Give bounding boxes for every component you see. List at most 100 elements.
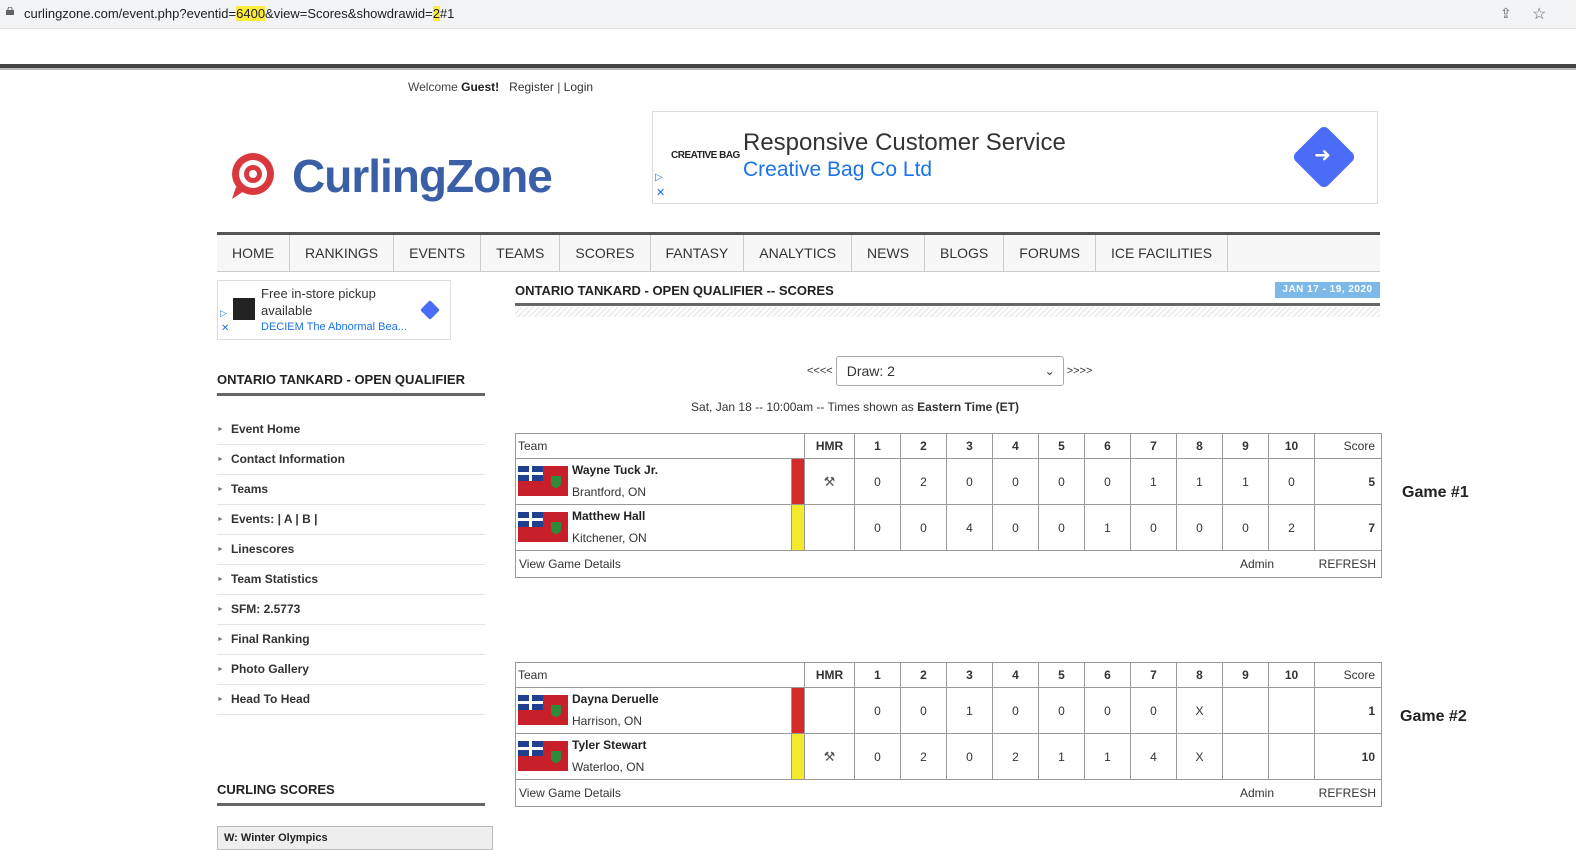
view-game-details-link[interactable]: View Game Details bbox=[519, 786, 621, 800]
bookmark-star-icon[interactable]: ☆ bbox=[1532, 4, 1546, 24]
stone-color bbox=[790, 504, 806, 551]
chevron-down-icon: ⌄ bbox=[1044, 364, 1055, 378]
end-score: 0 bbox=[1038, 458, 1085, 505]
team-name[interactable]: Wayne Tuck Jr. bbox=[572, 463, 658, 477]
side-ad[interactable]: Free in-store pickup available DECIEM Th… bbox=[217, 280, 451, 340]
sidebar-item-label: Contact Information bbox=[230, 452, 345, 466]
admin-link[interactable]: Admin bbox=[1240, 786, 1274, 800]
nav-item-blogs[interactable]: BLOGS bbox=[925, 235, 1005, 271]
sidebar-item[interactable]: ► Head To Head bbox=[217, 685, 485, 715]
nav-item-scores[interactable]: SCORES bbox=[560, 235, 651, 271]
end-score: 0 bbox=[900, 504, 947, 551]
col-end: 7 bbox=[1130, 662, 1177, 688]
team-name[interactable]: Dayna Deruelle bbox=[572, 692, 659, 706]
col-end: 4 bbox=[992, 662, 1039, 688]
curlingzone-logo[interactable]: CurlingZone bbox=[228, 150, 553, 202]
team-cell[interactable]: Dayna Deruelle Harrison, ON bbox=[515, 687, 792, 734]
sidebar-item-label: Event Home bbox=[230, 422, 301, 436]
draw-navigation: <<<< Draw: 2 ⌄ >>>> bbox=[807, 356, 1092, 386]
col-score: Score bbox=[1314, 433, 1382, 459]
sidebar-item[interactable]: ► Linescores bbox=[217, 535, 485, 565]
team-location: Waterloo, ON bbox=[572, 760, 645, 774]
stone-color bbox=[790, 733, 806, 780]
nav-item-home[interactable]: HOME bbox=[217, 235, 290, 271]
ad-info-icon[interactable]: ▷ bbox=[220, 308, 227, 319]
end-score: 0 bbox=[1038, 504, 1085, 551]
url-text[interactable]: curlingzone.com/event.php?eventid=6400&v… bbox=[24, 6, 454, 21]
end-score: 0 bbox=[1222, 504, 1269, 551]
end-score bbox=[1222, 733, 1269, 780]
end-score: 1 bbox=[1084, 504, 1131, 551]
stone-color bbox=[790, 458, 806, 505]
refresh-link[interactable]: REFRESH bbox=[1319, 557, 1376, 571]
hammer-cell: ⚒ bbox=[804, 458, 855, 505]
col-end: 3 bbox=[946, 433, 993, 459]
sidebar-item[interactable]: ► Teams bbox=[217, 475, 485, 505]
login-link[interactable]: Login bbox=[564, 80, 593, 94]
nav-item-forums[interactable]: FORUMS bbox=[1004, 235, 1096, 271]
sidebar-item[interactable]: ► Team Statistics bbox=[217, 565, 485, 595]
arrow-right-icon: ► bbox=[217, 546, 224, 554]
nav-item-teams[interactable]: TEAMS bbox=[481, 235, 561, 271]
end-score: 0 bbox=[900, 687, 947, 734]
ad-info-icon[interactable]: ▷ bbox=[655, 172, 663, 183]
arrow-right-icon: ► bbox=[217, 456, 224, 464]
sidebar-item[interactable]: ► Photo Gallery bbox=[217, 655, 485, 685]
team-name[interactable]: Matthew Hall bbox=[572, 509, 645, 523]
col-team: Team bbox=[515, 433, 805, 459]
team-name[interactable]: Tyler Stewart bbox=[572, 738, 646, 752]
table-row: Wayne Tuck Jr. Brantford, ON ⚒ 0 2 0 0 0 0 1 1 1 0 5 bbox=[515, 458, 1382, 505]
arrow-right-icon: ► bbox=[217, 516, 224, 524]
arrow-right-icon: ► bbox=[217, 636, 224, 644]
sidebar-item[interactable]: ► Event Home bbox=[217, 415, 485, 445]
ontario-flag-icon bbox=[518, 741, 568, 771]
curling-scores-select[interactable]: W: Winter Olympics bbox=[217, 826, 493, 850]
share-icon[interactable]: ⇪ bbox=[1500, 5, 1512, 22]
end-score: X bbox=[1176, 687, 1223, 734]
refresh-link[interactable]: REFRESH bbox=[1319, 786, 1376, 800]
end-score: 0 bbox=[854, 458, 901, 505]
sidebar-item[interactable]: ► SFM: 2.5773 bbox=[217, 595, 485, 625]
end-score: 0 bbox=[992, 687, 1039, 734]
nav-item-news[interactable]: NEWS bbox=[852, 235, 926, 271]
top-ad-banner[interactable]: CREATIVE BAG Responsive Customer Service… bbox=[652, 111, 1378, 204]
sidebar-item-label: SFM: 2.5773 bbox=[230, 602, 301, 616]
view-game-details-link[interactable]: View Game Details bbox=[519, 557, 621, 571]
col-end: 8 bbox=[1176, 433, 1223, 459]
prev-draw-link[interactable]: <<<< bbox=[807, 365, 833, 377]
team-cell[interactable]: Wayne Tuck Jr. Brantford, ON bbox=[515, 458, 792, 505]
sidebar-item[interactable]: ► Final Ranking bbox=[217, 625, 485, 655]
col-end: 4 bbox=[992, 433, 1039, 459]
nav-item-fantasy[interactable]: FANTASY bbox=[651, 235, 745, 271]
address-bar[interactable]: curlingzone.com/event.php?eventid=6400&v… bbox=[0, 0, 1576, 29]
team-cell[interactable]: Matthew Hall Kitchener, ON bbox=[515, 504, 792, 551]
sidebar-item[interactable]: ► Contact Information bbox=[217, 445, 485, 475]
nav-item-rankings[interactable]: RANKINGS bbox=[290, 235, 395, 271]
col-end: 1 bbox=[854, 662, 901, 688]
sidebar-menu: ► Event Home ► Contact Information ► Teams ► Ev… bbox=[217, 415, 485, 715]
ad-close-icon[interactable]: ✕ bbox=[656, 186, 665, 199]
ad-close-icon[interactable]: ✕ bbox=[221, 323, 229, 334]
end-score: 1 bbox=[946, 687, 993, 734]
nav-item-analytics[interactable]: ANALYTICS bbox=[744, 235, 853, 271]
ad-direction-icon[interactable]: ➜ bbox=[1291, 124, 1357, 190]
col-end: 1 bbox=[854, 433, 901, 459]
draw-select[interactable]: Draw: 2 ⌄ bbox=[835, 356, 1064, 386]
register-link[interactable]: Register bbox=[509, 80, 554, 94]
hammer-icon: ⚒ bbox=[823, 748, 836, 764]
next-draw-link[interactable]: >>>> bbox=[1067, 365, 1093, 377]
ad-direction-icon[interactable] bbox=[420, 300, 440, 320]
nav-item-ice-facilities[interactable]: ICE FACILITIES bbox=[1096, 235, 1229, 271]
col-end: 2 bbox=[900, 433, 947, 459]
sidebar-item[interactable]: ► Events: | A | B | bbox=[217, 505, 485, 535]
total-score: 7 bbox=[1314, 504, 1382, 551]
end-score: 0 bbox=[1038, 687, 1085, 734]
col-end: 10 bbox=[1268, 433, 1315, 459]
nav-item-events[interactable]: EVENTS bbox=[394, 235, 482, 271]
ad-thumbnail bbox=[233, 298, 255, 320]
arrow-right-icon: ► bbox=[217, 426, 224, 434]
admin-link[interactable]: Admin bbox=[1240, 557, 1274, 571]
team-cell[interactable]: Tyler Stewart Waterloo, ON bbox=[515, 733, 792, 780]
arrow-right-icon: ► bbox=[217, 666, 224, 674]
linescore-table: Team HMR 1 2 3 4 5 6 7 8 9 10 Score Dayna Deruelle Har… bbox=[515, 662, 1382, 807]
